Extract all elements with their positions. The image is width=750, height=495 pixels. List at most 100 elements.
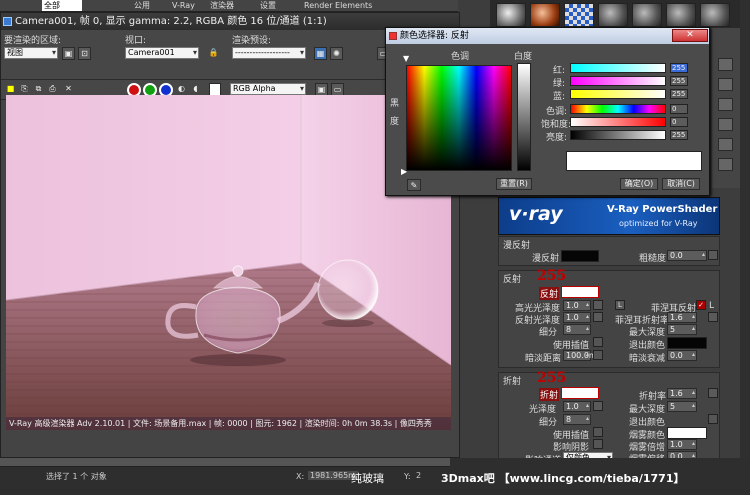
material-slot[interactable] bbox=[496, 3, 526, 27]
refl-gloss-spinner[interactable]: 1.0 bbox=[563, 312, 591, 323]
hue-row-label: 色调: bbox=[546, 107, 568, 117]
material-slot[interactable] bbox=[564, 3, 594, 27]
ok-button[interactable]: 确定(O) bbox=[620, 178, 658, 190]
refr-exit-color-checkbox[interactable] bbox=[708, 414, 718, 424]
refr-gloss-map[interactable] bbox=[593, 401, 603, 411]
render-status-bar: V-Ray 高级渲染器 Adv 2.10.01 | 文件: 场景备用.max |… bbox=[6, 417, 451, 430]
tab-vray[interactable]: V-Ray bbox=[172, 0, 195, 11]
roughness-label: 粗糙度 bbox=[639, 254, 667, 264]
side-tool-icon[interactable] bbox=[718, 138, 733, 151]
roughness-map-button[interactable] bbox=[708, 250, 718, 260]
channel-dropdown[interactable]: RGB Alpha bbox=[230, 83, 306, 95]
reflection-title: 反射 bbox=[503, 275, 522, 285]
refract-color-swatch[interactable] bbox=[561, 387, 599, 399]
roughness-spinner[interactable]: 0.0 bbox=[667, 250, 707, 261]
fresnel-ior-map[interactable] bbox=[708, 312, 718, 322]
material-slot[interactable] bbox=[666, 3, 696, 27]
dim-dist-checkbox[interactable] bbox=[593, 350, 603, 360]
brightness-value[interactable]: 255 bbox=[670, 130, 688, 140]
blue-slider[interactable] bbox=[570, 89, 666, 99]
area-label: 要渲染的区域: bbox=[4, 36, 62, 46]
cancel-button[interactable]: 取消(C) bbox=[662, 178, 700, 190]
refl-interp-checkbox[interactable] bbox=[593, 337, 603, 347]
brightness-slider[interactable] bbox=[570, 130, 666, 140]
render-setup-icon[interactable]: ▦ bbox=[314, 47, 327, 60]
exit-color-swatch[interactable] bbox=[667, 337, 707, 349]
saturation-value[interactable]: 0 bbox=[670, 117, 688, 127]
reflect-color-swatch[interactable] bbox=[561, 286, 599, 298]
eyedropper-icon[interactable]: ✎ bbox=[407, 179, 421, 191]
panel-scrollbar[interactable] bbox=[740, 0, 750, 465]
red-label: 红: bbox=[553, 66, 566, 76]
material-slot[interactable] bbox=[598, 3, 628, 27]
close-button[interactable]: ✕ bbox=[672, 29, 708, 42]
hue-value[interactable]: 0 bbox=[670, 104, 688, 114]
affect-shadows-checkbox[interactable] bbox=[593, 439, 603, 449]
refr-max-depth-spinner[interactable]: 5 bbox=[667, 401, 697, 412]
side-tool-icon[interactable] bbox=[718, 98, 733, 111]
side-tool-icon[interactable] bbox=[718, 158, 733, 171]
reflection-rollout: 反射 255 反射 高光光泽度 1.0 L 反射光泽度 1.0 细分 8 使用插… bbox=[498, 268, 720, 368]
ior-map[interactable] bbox=[708, 388, 718, 398]
green-slider[interactable] bbox=[570, 76, 666, 86]
side-toolbar bbox=[712, 28, 740, 188]
fog-color-swatch[interactable] bbox=[667, 427, 707, 439]
whiteness-label: 白度 bbox=[514, 52, 533, 62]
hue-spectrum[interactable] bbox=[406, 65, 512, 171]
fresnel-ior-spinner[interactable]: 1.6 bbox=[667, 312, 697, 323]
fog-mult-spinner[interactable]: 1.0 bbox=[667, 439, 697, 450]
red-value[interactable]: 255 bbox=[670, 63, 688, 73]
red-slider[interactable] bbox=[570, 63, 666, 73]
side-tool-icon[interactable] bbox=[718, 58, 733, 71]
lock-icon[interactable]: 🔒 bbox=[207, 47, 220, 60]
region-edit-icon[interactable]: ▣ bbox=[62, 47, 75, 60]
tab-render-elements[interactable]: Render Elements bbox=[304, 0, 372, 11]
green-value[interactable]: 255 bbox=[670, 76, 688, 86]
viewport-dropdown[interactable]: Camera001 bbox=[125, 47, 199, 59]
y-coordinate[interactable]: 2 bbox=[416, 471, 421, 480]
environment-icon[interactable]: ✺ bbox=[330, 47, 343, 60]
preset-dropdown[interactable]: ------------------- bbox=[232, 47, 306, 59]
hue-marker-icon[interactable]: ▼ bbox=[403, 54, 409, 63]
ior-spinner[interactable]: 1.6 bbox=[667, 388, 697, 399]
tab-renderer[interactable]: 渲染器 bbox=[210, 0, 234, 11]
fresnel-checkbox[interactable]: ✓ bbox=[696, 300, 706, 310]
area-dropdown[interactable]: 视图 bbox=[4, 47, 58, 59]
refl-subdivs-spinner[interactable]: 8 bbox=[563, 324, 591, 335]
hilight-lock-button[interactable]: L bbox=[615, 300, 625, 310]
material-slot[interactable] bbox=[700, 3, 730, 27]
refr-interp-checkbox[interactable] bbox=[593, 427, 603, 437]
tab-common[interactable]: 公用 bbox=[134, 0, 150, 11]
timeline[interactable] bbox=[0, 458, 450, 467]
refl-max-depth-spinner[interactable]: 5 bbox=[667, 324, 697, 335]
vray-logo: v·ray bbox=[509, 203, 563, 225]
saturation-slider[interactable] bbox=[570, 117, 666, 127]
diffuse-color-swatch[interactable] bbox=[561, 250, 599, 262]
side-tool-icon[interactable] bbox=[718, 118, 733, 131]
color-dialog-titlebar[interactable]: 颜色选择器: 反射 ✕ bbox=[386, 28, 709, 44]
refr-subdivs-spinner[interactable]: 8 bbox=[563, 414, 591, 425]
hilight-gloss-spinner[interactable]: 1.0 bbox=[563, 300, 591, 311]
watermark-text: 3Dmax吧 【www.lincg.com/tieba/1771】 bbox=[441, 472, 685, 485]
dim-dist-spinner[interactable]: 100.0m bbox=[563, 350, 597, 361]
fresnel-lock[interactable]: L bbox=[709, 301, 714, 311]
hue-slider[interactable] bbox=[570, 104, 666, 114]
refl-gloss-map[interactable] bbox=[593, 312, 603, 322]
refr-gloss-spinner[interactable]: 1.0 bbox=[563, 401, 591, 412]
whiteness-bar[interactable] bbox=[517, 63, 531, 171]
material-slot[interactable] bbox=[632, 3, 662, 27]
auto-region-icon[interactable]: ⊡ bbox=[78, 47, 91, 60]
top-select[interactable]: 全部 bbox=[42, 0, 82, 11]
hilight-gloss-map[interactable] bbox=[593, 300, 603, 310]
dim-falloff-spinner[interactable]: 0.0 bbox=[667, 350, 697, 361]
blue-value[interactable]: 255 bbox=[670, 89, 688, 99]
whiteness-marker-icon[interactable]: ▶ bbox=[401, 167, 407, 176]
tab-settings[interactable]: 设置 bbox=[260, 0, 276, 11]
brightness-label: 亮度: bbox=[546, 133, 568, 143]
reset-button[interactable]: 重置(R) bbox=[496, 178, 532, 190]
viewport-label: 视口: bbox=[125, 36, 147, 46]
material-slot[interactable] bbox=[530, 3, 560, 27]
screen: 全部 公用 V-Ray 渲染器 设置 Render Elements v·ray… bbox=[0, 0, 750, 495]
black-label: 黑 bbox=[390, 99, 400, 109]
side-tool-icon[interactable] bbox=[718, 78, 733, 91]
